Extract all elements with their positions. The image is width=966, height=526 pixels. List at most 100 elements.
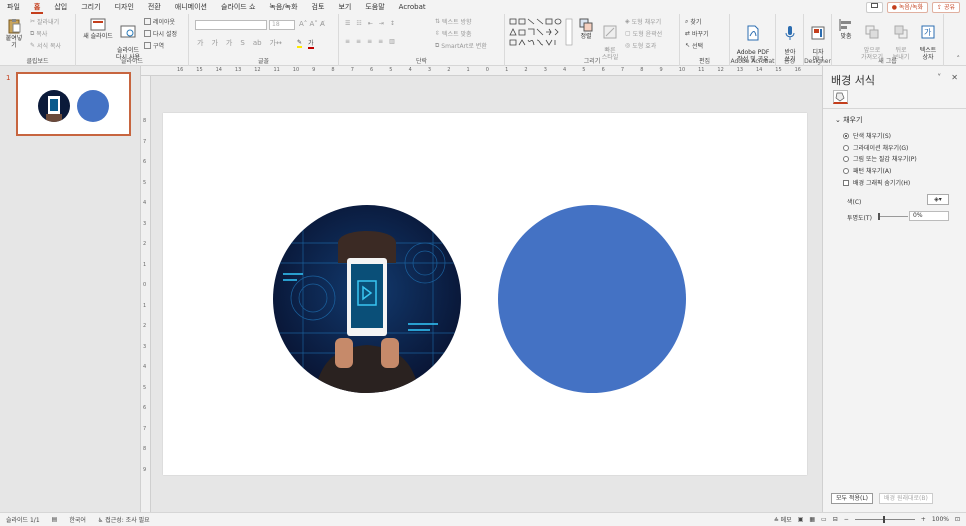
zoom-level[interactable]: 100% bbox=[932, 516, 949, 523]
tab-home[interactable]: 홈 bbox=[27, 0, 47, 14]
tab-view[interactable]: 보기 bbox=[331, 0, 358, 14]
normal-view-icon[interactable]: ▣ bbox=[798, 516, 804, 523]
picture-fill-option[interactable]: 그림 또는 질감 채우기(P) bbox=[843, 154, 917, 163]
new-slide-button[interactable]: 새 슬라이드 bbox=[80, 18, 116, 40]
tab-slideshow[interactable]: 슬라이드 쇼 bbox=[214, 0, 262, 14]
quick-styles-button[interactable]: 빠른 스타일 bbox=[599, 18, 621, 61]
slide[interactable] bbox=[163, 113, 807, 475]
tab-file[interactable]: 파일 bbox=[0, 0, 27, 14]
align-right-icon[interactable]: ≡ bbox=[367, 38, 372, 45]
reading-view-icon[interactable]: ▭ bbox=[821, 516, 827, 523]
tab-record[interactable]: 녹음/녹화 bbox=[262, 0, 304, 14]
slide-sorter-icon[interactable]: ▦ bbox=[809, 516, 815, 523]
highlight-icon[interactable]: ✎ bbox=[297, 39, 303, 48]
create-pdf-button[interactable]: Adobe PDF 작성 및 공유 bbox=[732, 18, 774, 63]
reset-button[interactable]: 다시 설정 bbox=[144, 29, 177, 38]
font-color-icon[interactable]: 가 bbox=[308, 38, 314, 49]
spell-check-icon[interactable]: ▤ bbox=[46, 516, 64, 523]
collapse-ribbon-icon[interactable]: ˄ bbox=[957, 55, 961, 63]
arrange-button[interactable]: 정렬 bbox=[577, 18, 595, 40]
bring-forward-button[interactable]: 앞으로 가져오기 bbox=[858, 18, 886, 61]
transparency-slider[interactable] bbox=[878, 216, 908, 217]
bullets-icon[interactable]: ☰ bbox=[345, 20, 350, 27]
smartart-button[interactable]: ⧉ SmartArt로 변환 bbox=[435, 41, 487, 51]
align-text-button[interactable]: ⇳ 텍스트 맞춤 bbox=[435, 29, 472, 38]
gradient-fill-radio[interactable] bbox=[843, 144, 849, 151]
tab-design[interactable]: 디자인 bbox=[108, 0, 141, 14]
share-button[interactable]: ⇪ 공유 bbox=[932, 1, 960, 13]
pane-close-icon[interactable]: ✕ bbox=[951, 73, 958, 82]
italic-icon[interactable]: 가 bbox=[211, 38, 217, 48]
photo-circle[interactable] bbox=[273, 203, 463, 403]
indent-decrease-icon[interactable]: ⇤ bbox=[368, 20, 373, 27]
align-objects-button[interactable]: 맞춤 bbox=[836, 18, 856, 40]
shape-outline-button[interactable]: ▢ 도형 윤곽선 bbox=[625, 29, 662, 38]
text-box-button[interactable]: 가 텍스트 상자 bbox=[916, 18, 940, 61]
char-spacing-icon[interactable]: ab bbox=[253, 39, 262, 47]
tab-transitions[interactable]: 전환 bbox=[141, 0, 168, 14]
reset-background-button[interactable]: 배경 원래대로(B) bbox=[879, 493, 933, 504]
fit-to-window-icon[interactable]: ⊡ bbox=[955, 516, 960, 523]
record-button[interactable]: ● 녹음/녹화 bbox=[886, 1, 929, 13]
solid-fill-option[interactable]: 단색 채우기(S) bbox=[843, 131, 891, 140]
layout-button[interactable]: 레이아웃 bbox=[144, 17, 175, 26]
zoom-out-button[interactable]: − bbox=[844, 516, 849, 523]
zoom-in-button[interactable]: + bbox=[921, 516, 926, 523]
align-left-icon[interactable]: ≡ bbox=[345, 38, 350, 45]
select-button[interactable]: ↖ 선택 bbox=[685, 41, 703, 50]
hide-graphics-checkbox[interactable] bbox=[843, 179, 849, 186]
underline-icon[interactable]: 가 bbox=[226, 38, 232, 48]
justify-icon[interactable]: ≡ bbox=[378, 38, 383, 45]
columns-icon[interactable]: ▥ bbox=[389, 38, 395, 45]
slide-thumbnail-1[interactable] bbox=[16, 72, 131, 136]
pattern-fill-option[interactable]: 패턴 채우기(A) bbox=[843, 166, 891, 175]
accessibility-status[interactable]: ♿ 접근성: 조사 필요 bbox=[92, 515, 156, 524]
fill-bucket-icon[interactable] bbox=[833, 90, 848, 104]
reuse-slides-button[interactable]: 슬라이드 다시 사용 bbox=[114, 18, 142, 61]
align-center-icon[interactable]: ≡ bbox=[356, 38, 361, 45]
font-size-box[interactable]: 18 bbox=[269, 20, 295, 30]
blue-circle[interactable] bbox=[498, 205, 686, 393]
font-size-buttons[interactable]: A˄ A˅ A̸ bbox=[299, 20, 325, 28]
apply-to-all-button[interactable]: 모두 적용(L) bbox=[831, 493, 874, 504]
section-button[interactable]: 구역 bbox=[144, 41, 164, 50]
cut-button[interactable]: ✂ 잘라내기 bbox=[30, 17, 59, 26]
tab-help[interactable]: 도움말 bbox=[358, 0, 391, 14]
shapes-gallery[interactable] bbox=[508, 17, 576, 49]
pane-options-icon[interactable]: ˅ bbox=[937, 73, 941, 82]
font-name-box[interactable] bbox=[195, 20, 267, 30]
slideshow-icon[interactable]: ⊟ bbox=[833, 516, 838, 523]
notes-button[interactable]: ≙ 메모 bbox=[774, 515, 792, 524]
tab-review[interactable]: 검토 bbox=[305, 0, 332, 14]
tab-animations[interactable]: 애니메이션 bbox=[168, 0, 214, 14]
designer-button[interactable]: 디자 이너 bbox=[806, 18, 830, 63]
shape-effects-button[interactable]: ◎ 도형 효과 bbox=[625, 41, 656, 50]
replace-button[interactable]: ⇄ 바꾸기 bbox=[685, 29, 709, 38]
bold-icon[interactable]: 가 bbox=[197, 38, 203, 48]
language-indicator[interactable]: 한국어 bbox=[63, 515, 92, 524]
numbering-icon[interactable]: ☷ bbox=[356, 20, 361, 27]
tab-acrobat[interactable]: Acrobat bbox=[392, 0, 433, 14]
format-painter-button[interactable]: ✎ 서식 복사 bbox=[30, 41, 61, 50]
comments-button[interactable] bbox=[865, 1, 883, 13]
change-case-icon[interactable]: 가↔ bbox=[270, 38, 282, 48]
color-picker-button[interactable]: ◈▾ bbox=[927, 194, 949, 205]
tab-draw[interactable]: 그리기 bbox=[74, 0, 107, 14]
hide-graphics-option[interactable]: 배경 그래픽 숨기기(H) bbox=[843, 178, 910, 187]
strikethrough-icon[interactable]: S bbox=[240, 39, 244, 47]
text-direction-button[interactable]: ⇅ 텍스트 방향 bbox=[435, 17, 472, 26]
transparency-input[interactable]: 0% bbox=[909, 211, 949, 221]
copy-button[interactable]: ⧉ 복사 bbox=[30, 29, 47, 39]
fill-section-header[interactable]: ⌄ 채우기 bbox=[835, 115, 862, 125]
zoom-slider[interactable] bbox=[854, 516, 915, 523]
shape-fill-button[interactable]: ◈ 도형 채우기 bbox=[625, 17, 661, 26]
picture-fill-radio[interactable] bbox=[843, 155, 849, 162]
send-backward-button[interactable]: 뒤로 보내기 bbox=[888, 18, 914, 61]
transparency-slider-handle[interactable] bbox=[878, 213, 880, 220]
gradient-fill-option[interactable]: 그라데이션 채우기(G) bbox=[843, 143, 908, 152]
line-spacing-icon[interactable]: ↕ bbox=[390, 20, 395, 27]
indent-increase-icon[interactable]: ⇥ bbox=[379, 20, 384, 27]
find-button[interactable]: ⌕ 찾기 bbox=[685, 17, 701, 27]
solid-fill-radio[interactable] bbox=[843, 132, 849, 139]
tab-insert[interactable]: 삽입 bbox=[47, 0, 74, 14]
